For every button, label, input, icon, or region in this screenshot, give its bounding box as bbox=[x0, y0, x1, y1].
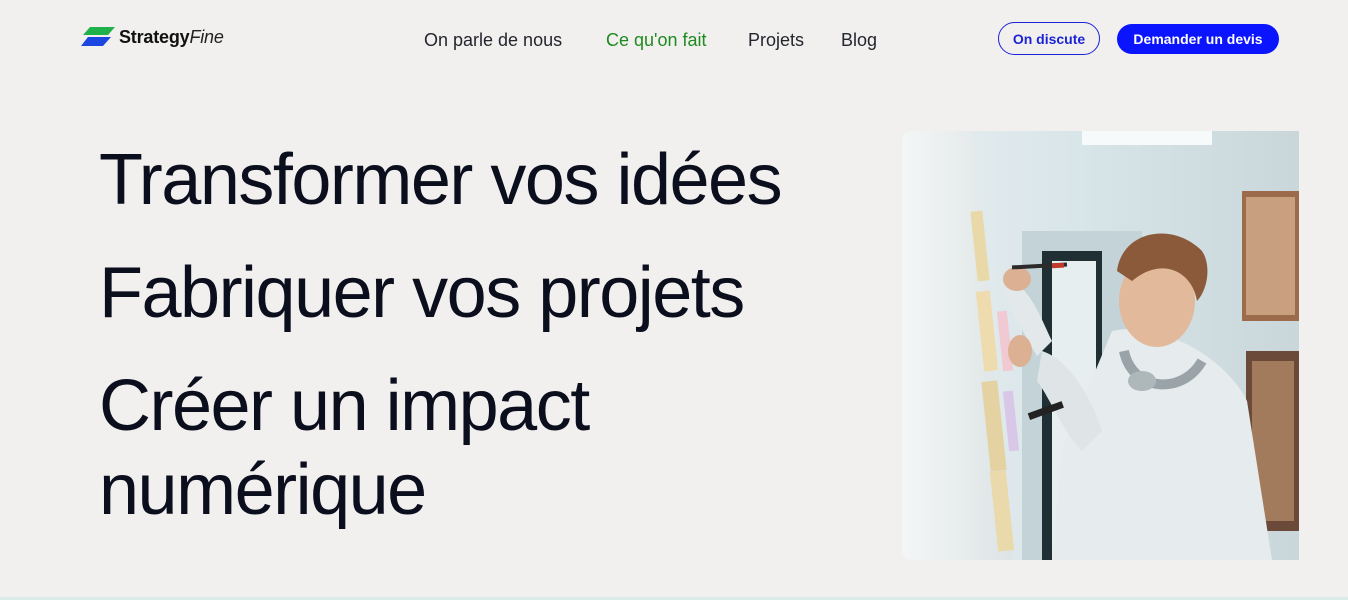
nav-item-projets[interactable]: Projets bbox=[748, 29, 841, 51]
site-header: Strategy Fine On parle de nous Ce qu'on … bbox=[0, 0, 1348, 80]
page: Strategy Fine On parle de nous Ce qu'on … bbox=[0, 0, 1348, 600]
logo-link[interactable]: Strategy Fine bbox=[81, 25, 224, 49]
main-nav: On parle de nous Ce qu'on fait Projets B… bbox=[424, 29, 901, 51]
on-discute-button[interactable]: On discute bbox=[998, 22, 1100, 55]
strategyfine-logo-icon bbox=[81, 27, 115, 47]
nav-item-blog[interactable]: Blog bbox=[841, 29, 901, 51]
hero-line-2: Fabriquer vos projets bbox=[99, 253, 745, 333]
hero-line-4: numérique bbox=[99, 450, 427, 530]
logo-text-light: Fine bbox=[189, 26, 224, 47]
nav-item-on-parle-de-nous[interactable]: On parle de nous bbox=[424, 29, 606, 51]
hero-line-3: Créer un impact bbox=[99, 366, 590, 446]
hero-line-1: Transformer vos idées bbox=[99, 140, 783, 220]
demander-un-devis-button[interactable]: Demander un devis bbox=[1117, 24, 1279, 54]
nav-item-ce-quon-fait[interactable]: Ce qu'on fait bbox=[606, 29, 748, 51]
hero-photo bbox=[902, 131, 1299, 560]
logo-text-strong: Strategy bbox=[119, 26, 190, 47]
